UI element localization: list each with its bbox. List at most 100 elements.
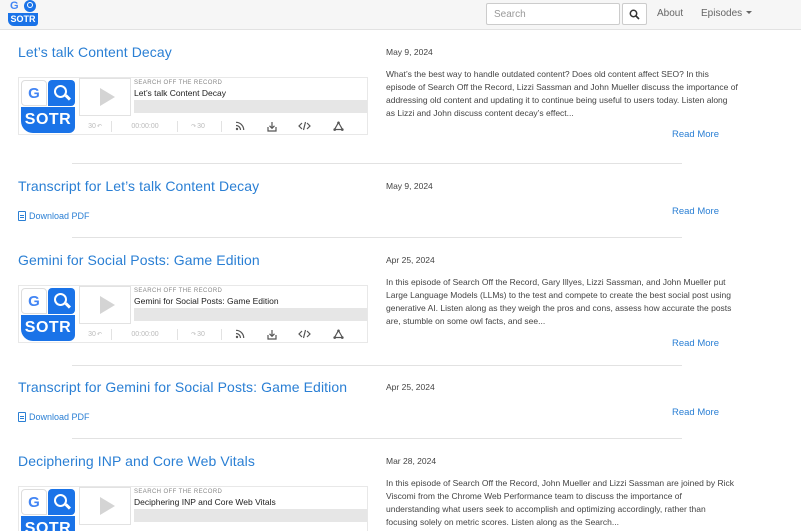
magnifier-icon: [48, 489, 75, 515]
player-controls: 30 ↶ 00:00:00 ↷ 30: [79, 118, 367, 134]
share-icon: [332, 328, 344, 339]
magnifier-icon: [48, 80, 75, 106]
player-episode-name: Deciphering INP and Core Web Vitals: [134, 497, 276, 507]
progress-bar[interactable]: [134, 308, 367, 321]
transcript-title-link[interactable]: Transcript for Let’s talk Content Decay: [18, 178, 259, 194]
nav-about-link[interactable]: About: [657, 8, 683, 19]
play-icon: [99, 88, 115, 106]
download-pdf-label: Download PDF: [29, 211, 90, 221]
play-icon: [99, 497, 115, 515]
download-pdf-link[interactable]: Download PDF: [18, 412, 90, 422]
google-g-logo: G: [21, 80, 47, 106]
divider: [177, 121, 178, 132]
episode-description: In this episode of Search Off the Record…: [386, 478, 735, 527]
forward-icon: ↷: [191, 123, 197, 130]
search-icon: [629, 9, 640, 20]
progress-bar[interactable]: [134, 509, 367, 522]
play-button[interactable]: [79, 286, 131, 324]
episode-date: Mar 28, 2024: [386, 456, 437, 466]
rss-icon: [235, 121, 245, 131]
transcript-date: May 9, 2024: [386, 181, 433, 191]
forward-label: 30: [197, 330, 205, 338]
episode-date: Apr 25, 2024: [386, 255, 435, 265]
divider: [221, 329, 222, 340]
search-button[interactable]: [622, 3, 647, 25]
logo-sotr-text: SOTR: [8, 13, 38, 26]
progress-bar[interactable]: [134, 100, 367, 113]
share-icon: [332, 120, 344, 131]
episode-date: May 9, 2024: [386, 47, 433, 57]
nav-episodes-dropdown[interactable]: Episodes: [701, 8, 753, 19]
google-g-logo: G: [21, 288, 47, 314]
player-episode-name: Gemini for Social Posts: Game Edition: [134, 296, 279, 306]
download-icon: [267, 329, 277, 340]
play-button[interactable]: [79, 487, 131, 525]
podcast-player: G SOTR SEARCH OFF THE RECORD Deciphering…: [18, 486, 368, 531]
player-controls: 30 ↶ 00:00:00 ↷ 30: [79, 326, 367, 342]
rewind-label: 30: [88, 122, 96, 130]
search-input[interactable]: [486, 3, 620, 25]
episode-description: What’s the best way to handle outdated c…: [386, 69, 738, 118]
read-more-link[interactable]: Read More: [672, 338, 719, 349]
read-more-link[interactable]: Read More: [672, 407, 719, 418]
logo-google-g: G: [10, 0, 19, 12]
sotr-logo: SOTR: [21, 516, 75, 531]
play-button[interactable]: [79, 78, 131, 116]
podcast-artwork: G SOTR: [19, 78, 77, 134]
nav-episodes-label: Episodes: [701, 8, 743, 19]
embed-button[interactable]: [293, 326, 315, 342]
podcast-artwork: G SOTR: [19, 286, 77, 342]
divider: [177, 329, 178, 340]
pdf-file-icon: [18, 211, 26, 221]
code-icon: [297, 329, 311, 339]
show-name: SEARCH OFF THE RECORD: [134, 80, 223, 86]
divider: [111, 329, 112, 340]
rss-button[interactable]: [229, 118, 251, 134]
pdf-file-icon: [18, 412, 26, 422]
rss-button[interactable]: [229, 326, 251, 342]
rewind-button[interactable]: 30 ↶: [81, 118, 109, 134]
podcast-player: G SOTR SEARCH OFF THE RECORD Gemini for …: [18, 285, 368, 343]
code-icon: [297, 121, 311, 131]
download-pdf-label: Download PDF: [29, 412, 90, 422]
forward-button[interactable]: ↷ 30: [179, 326, 217, 342]
divider: [221, 121, 222, 132]
divider: [111, 121, 112, 132]
time-display: 00:00:00: [131, 122, 159, 130]
read-more-link[interactable]: Read More: [672, 129, 719, 140]
download-button[interactable]: [261, 118, 283, 134]
play-icon: [99, 296, 115, 314]
site-logo[interactable]: G SOTR: [8, 0, 40, 28]
separator: [72, 237, 682, 238]
rewind-label: 30: [88, 330, 96, 338]
magnifier-icon: [48, 288, 75, 314]
podcast-artwork: G SOTR: [19, 487, 77, 531]
episode-description: In this episode of Search Off the Record…: [386, 277, 732, 326]
episode-title-link[interactable]: Let’s talk Content Decay: [18, 44, 172, 60]
separator: [72, 365, 682, 366]
embed-button[interactable]: [293, 118, 315, 134]
caret-down-icon: [746, 11, 753, 14]
download-button[interactable]: [261, 326, 283, 342]
sotr-logo: SOTR: [21, 107, 75, 133]
forward-label: 30: [197, 122, 205, 130]
read-more-link[interactable]: Read More: [672, 206, 719, 217]
episode-title-link[interactable]: Deciphering INP and Core Web Vitals: [18, 453, 255, 469]
rewind-icon: ↶: [96, 331, 102, 338]
sotr-logo: SOTR: [21, 315, 75, 341]
transcript-title-link[interactable]: Transcript for Gemini for Social Posts: …: [18, 379, 347, 395]
google-g-logo: G: [21, 489, 47, 515]
search-icon: [24, 0, 36, 12]
rewind-button[interactable]: 30 ↶: [81, 326, 109, 342]
transcript-date: Apr 25, 2024: [386, 382, 435, 392]
rewind-icon: ↶: [96, 123, 102, 130]
share-button[interactable]: [327, 326, 349, 342]
show-name: SEARCH OFF THE RECORD: [134, 489, 223, 495]
download-icon: [267, 121, 277, 132]
share-button[interactable]: [327, 118, 349, 134]
forward-button[interactable]: ↷ 30: [179, 118, 217, 134]
download-pdf-link[interactable]: Download PDF: [18, 211, 90, 221]
time-display: 00:00:00: [131, 330, 159, 338]
episode-title-link[interactable]: Gemini for Social Posts: Game Edition: [18, 252, 260, 268]
forward-icon: ↷: [191, 331, 197, 338]
